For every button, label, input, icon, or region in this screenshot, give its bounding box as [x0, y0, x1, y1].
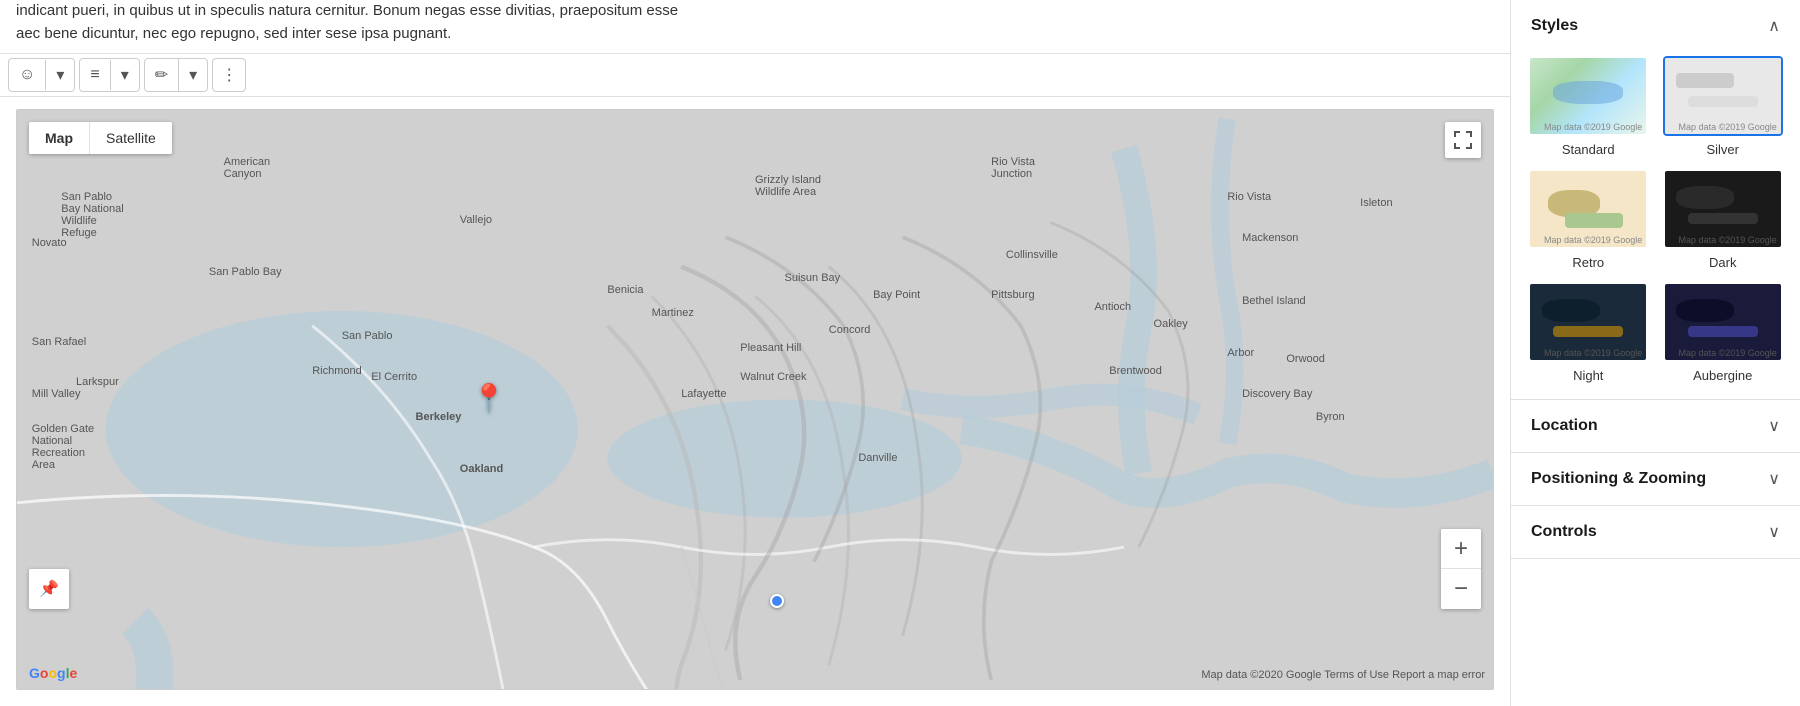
google-logo: Google	[29, 665, 77, 681]
style-item-standard[interactable]: Map data ©2019 Google Standard	[1527, 56, 1650, 157]
style-thumbnail-night: Map data ©2019 Google	[1528, 282, 1648, 362]
paragraph-2: aec bene dicuntur, nec ego repugno, sed …	[16, 23, 1494, 46]
style-thumbnail-standard: Map data ©2019 Google	[1528, 56, 1648, 136]
style-thumbnail-silver: Map data ©2019 Google	[1663, 56, 1783, 136]
style-label-standard: Standard	[1562, 142, 1615, 157]
style-label-dark: Dark	[1709, 255, 1736, 270]
map-svg	[17, 110, 1493, 689]
positioning-section-title: Positioning & Zooming	[1531, 470, 1706, 488]
toolbar-group-3: ✏ ▾	[144, 58, 208, 92]
main-content: indicant pueri, in quibus ut in speculis…	[0, 0, 1510, 706]
toolbar-draw-button[interactable]: ✏	[145, 59, 179, 91]
style-item-night[interactable]: Map data ©2019 Google Night	[1527, 282, 1650, 383]
toolbar-chevron-button-3[interactable]: ▾	[179, 59, 207, 91]
toolbar-group-1: ☺ ▾	[8, 58, 75, 92]
style-item-retro[interactable]: Map data ©2019 Google Retro	[1527, 169, 1650, 270]
pin-button[interactable]: 📌	[29, 569, 69, 609]
fullscreen-button[interactable]	[1445, 122, 1481, 158]
positioning-chevron-icon: ∨	[1768, 469, 1780, 489]
toolbar: ☺ ▾ ≡ ▾ ✏ ▾ ⋮	[0, 54, 1510, 97]
map-type-satellite-button[interactable]: Satellite	[90, 122, 172, 154]
style-label-aubergine: Aubergine	[1693, 368, 1752, 383]
style-thumbnail-aubergine: Map data ©2019 Google	[1663, 282, 1783, 362]
toolbar-align-button[interactable]: ≡	[80, 60, 110, 90]
paragraph-1: indicant pueri, in quibus ut in speculis…	[16, 0, 1494, 23]
map-type-toggle: Map Satellite	[29, 122, 172, 154]
style-item-aubergine[interactable]: Map data ©2019 Google Aubergine	[1662, 282, 1785, 383]
positioning-section: Positioning & Zooming ∨	[1511, 453, 1800, 506]
controls-section: Controls ∨	[1511, 506, 1800, 559]
toolbar-more-button[interactable]: ⋮	[212, 58, 246, 92]
styles-chevron-icon: ∧	[1768, 16, 1780, 36]
style-thumbnail-retro: Map data ©2019 Google	[1528, 169, 1648, 249]
style-label-retro: Retro	[1572, 255, 1604, 270]
style-item-silver[interactable]: Map data ©2019 Google Silver	[1662, 56, 1785, 157]
controls-section-header[interactable]: Controls ∨	[1511, 506, 1800, 558]
toolbar-chevron-button-2[interactable]: ▾	[111, 59, 139, 91]
map-type-map-button[interactable]: Map	[29, 122, 89, 154]
styles-section-title: Styles	[1531, 17, 1578, 35]
location-section-title: Location	[1531, 417, 1598, 435]
location-section: Location ∨	[1511, 400, 1800, 453]
zoom-in-button[interactable]: +	[1441, 529, 1481, 569]
controls-section-title: Controls	[1531, 523, 1597, 541]
text-area: indicant pueri, in quibus ut in speculis…	[0, 0, 1510, 54]
map-attribution: Map data ©2020 Google Terms of Use Repor…	[1201, 669, 1485, 681]
right-panel: Styles ∧ Map data ©2019 Google Standard …	[1510, 0, 1800, 706]
location-chevron-icon: ∨	[1768, 416, 1780, 436]
controls-chevron-icon: ∨	[1768, 522, 1780, 542]
style-thumbnail-dark: Map data ©2019 Google	[1663, 169, 1783, 249]
toolbar-group-2: ≡ ▾	[79, 58, 139, 92]
location-marker[interactable]: 📍	[472, 382, 507, 415]
positioning-section-header[interactable]: Positioning & Zooming ∨	[1511, 453, 1800, 505]
toolbar-smiley-button[interactable]: ☺	[9, 60, 46, 90]
style-label-silver: Silver	[1706, 142, 1739, 157]
zoom-out-button[interactable]: −	[1441, 569, 1481, 609]
styles-grid: Map data ©2019 Google Standard Map data …	[1511, 52, 1800, 399]
styles-section-header[interactable]: Styles ∧	[1511, 0, 1800, 52]
map-wrapper: Map Satellite Rio VistaJunction American…	[0, 97, 1510, 706]
style-label-night: Night	[1573, 368, 1603, 383]
styles-section: Styles ∧ Map data ©2019 Google Standard …	[1511, 0, 1800, 400]
location-section-header[interactable]: Location ∨	[1511, 400, 1800, 452]
zoom-controls: + −	[1441, 529, 1481, 609]
map-container[interactable]: Map Satellite Rio VistaJunction American…	[16, 109, 1494, 690]
toolbar-chevron-button-1[interactable]: ▾	[46, 59, 74, 91]
user-location-dot	[770, 594, 784, 608]
style-item-dark[interactable]: Map data ©2019 Google Dark	[1662, 169, 1785, 270]
